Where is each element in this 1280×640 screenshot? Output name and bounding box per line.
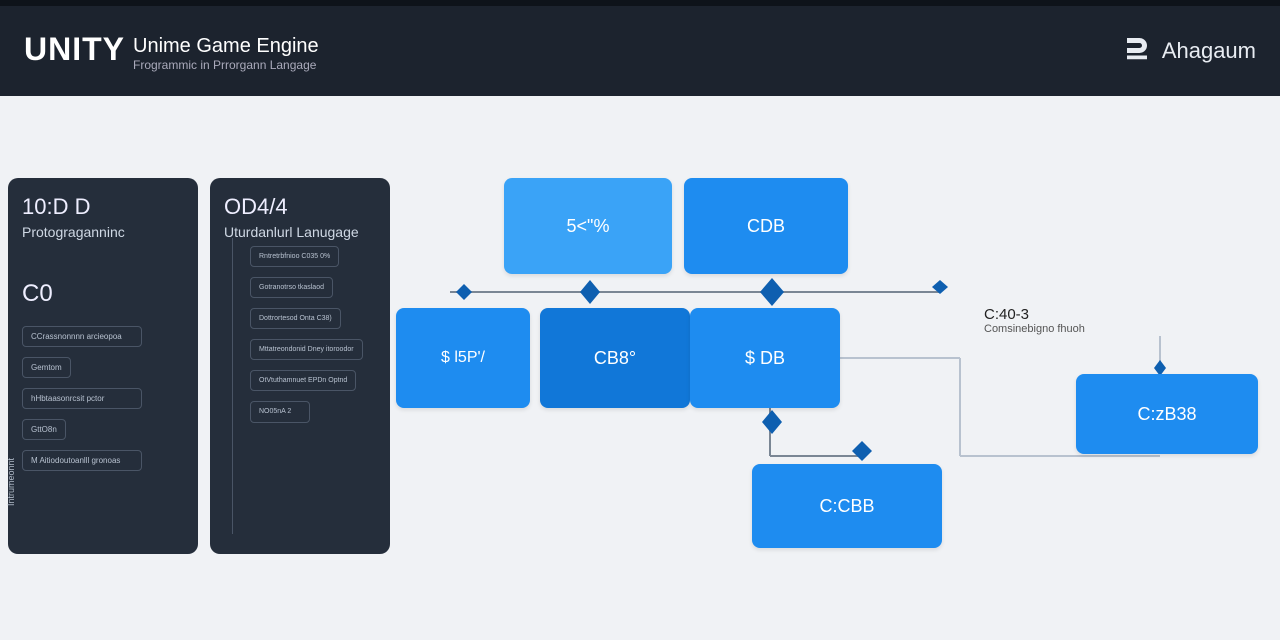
node-label: CDB bbox=[747, 216, 785, 237]
node-label: $ l5P'/ bbox=[441, 349, 485, 367]
flow-node[interactable]: 5<"% bbox=[504, 178, 672, 274]
node-label: C:zB38 bbox=[1137, 404, 1196, 425]
flow-node[interactable]: CB8° bbox=[540, 308, 690, 408]
node-label: C:CBB bbox=[819, 496, 874, 517]
side-annotation-line2: Comsinebigno fhuoh bbox=[984, 323, 1085, 335]
brand-name: Ahagaum bbox=[1162, 38, 1256, 64]
panel1-vertical-label: Intrumeonnt bbox=[6, 458, 16, 506]
side-panel-2: OD4/4 Uturdanlurl Lanugage Rntretrbfnioo… bbox=[210, 178, 390, 554]
list-item: Gemtom bbox=[22, 357, 71, 378]
node-label: CB8° bbox=[594, 348, 636, 369]
logo-text: UNITY bbox=[24, 31, 125, 68]
brand-icon bbox=[1122, 33, 1152, 69]
panel2-subtitle: Uturdanlurl Lanugage bbox=[224, 224, 376, 240]
flow-node[interactable]: C:zB38 bbox=[1076, 374, 1258, 454]
node-label: $ DB bbox=[745, 348, 785, 369]
panel1-title: 10:D D bbox=[22, 194, 184, 220]
panel2-items: Rntretrbfnioo C035 0% Gotranotrso tkasla… bbox=[250, 246, 376, 423]
header-subtitle: Frogrammic in Prrorgann Langage bbox=[133, 58, 319, 72]
list-item: M Aitiodoutoanlll gronoas bbox=[22, 450, 142, 471]
header-bar: UNITY Unime Game Engine Frogrammic in Pr… bbox=[0, 0, 1280, 96]
side-annotation-line1: C:40-3 bbox=[984, 306, 1085, 323]
list-item: NO05nA 2 bbox=[250, 401, 310, 422]
panel2-title: OD4/4 bbox=[224, 194, 376, 220]
list-item: hHbtaasonrcsit pctor bbox=[22, 388, 142, 409]
panel1-subtitle: Protograganninc bbox=[22, 224, 184, 240]
header-title: Unime Game Engine bbox=[133, 35, 319, 58]
flow-node[interactable]: $ l5P'/ bbox=[396, 308, 530, 408]
panel2-timeline bbox=[232, 238, 233, 534]
side-annotation: C:40-3 Comsinebigno fhuoh bbox=[984, 306, 1085, 335]
flow-node[interactable]: CDB bbox=[684, 178, 848, 274]
node-label: 5<"% bbox=[567, 216, 610, 237]
logo-subtitle-block: Unime Game Engine Frogrammic in Prrorgan… bbox=[133, 35, 319, 72]
panel1-heading: C0 bbox=[22, 280, 184, 308]
diagram-canvas: 10:D D Protograganninc C0 Intrumeonnt CC… bbox=[0, 96, 1280, 640]
list-item: CCrassnonnnn arcieopoa bbox=[22, 326, 142, 347]
logo-block: UNITY Unime Game Engine Frogrammic in Pr… bbox=[24, 31, 319, 72]
list-item: Dottrortesod Onta C38) bbox=[250, 308, 341, 329]
flow-node[interactable]: C:CBB bbox=[752, 464, 942, 548]
panel1-items: CCrassnonnnn arcieopoa Gemtom hHbtaasonr… bbox=[22, 326, 184, 471]
list-item: Gotranotrso tkaslaod bbox=[250, 277, 333, 298]
side-panel-1: 10:D D Protograganninc C0 Intrumeonnt CC… bbox=[8, 178, 198, 554]
brand-right: Ahagaum bbox=[1122, 33, 1256, 69]
list-item: Rntretrbfnioo C035 0% bbox=[250, 246, 339, 267]
list-item: Mttatreondonid Dney itoroodor bbox=[250, 339, 363, 360]
flow-node[interactable]: $ DB bbox=[690, 308, 840, 408]
list-item: GttO8n bbox=[22, 419, 66, 440]
list-item: OtVtuthamnuet EPDn Optnd bbox=[250, 370, 356, 391]
